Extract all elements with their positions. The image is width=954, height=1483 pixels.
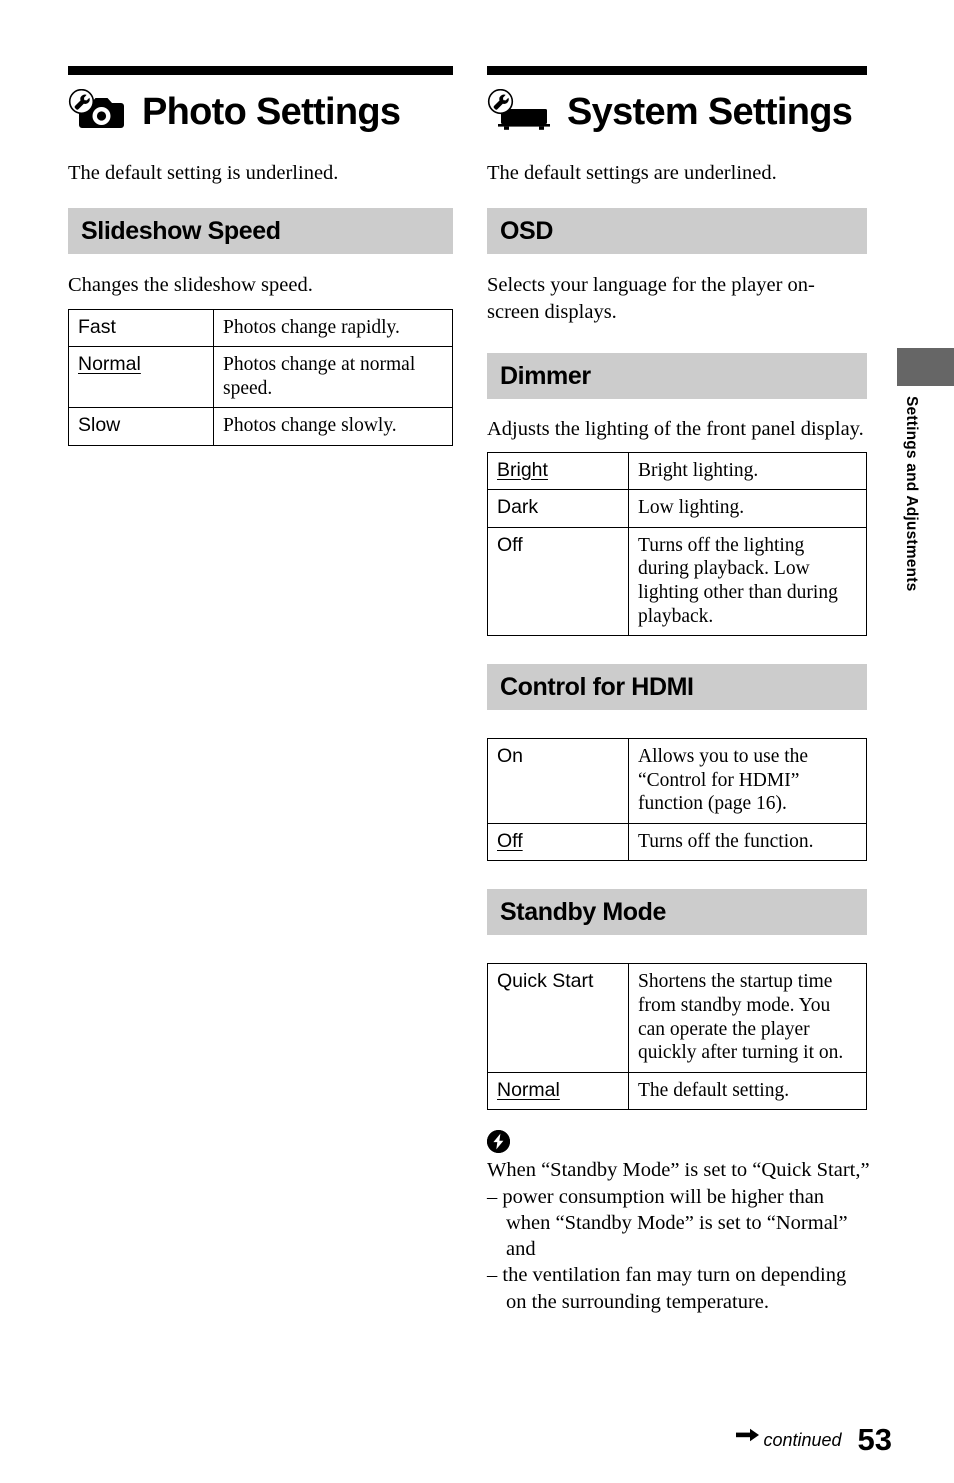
table-row: On Allows you to use the “Control for HD… bbox=[487, 738, 867, 824]
section-bar-control-for-hdmi: Control for HDMI bbox=[487, 664, 867, 711]
option-desc: The default setting. bbox=[628, 1071, 867, 1111]
section-heading-osd: OSD bbox=[500, 216, 553, 245]
option-desc: Photos change slowly. bbox=[213, 407, 453, 447]
table-row: Off Turns off the lighting during playba… bbox=[487, 526, 867, 637]
section-heading-standby-mode: Standby Mode bbox=[500, 897, 667, 926]
table-row: Fast Photos change rapidly. bbox=[68, 308, 453, 348]
section-heading-dimmer: Dimmer bbox=[500, 361, 591, 390]
section-description-slideshow-speed: Changes the slideshow speed. bbox=[68, 274, 313, 297]
option-name: Slow bbox=[68, 407, 214, 447]
option-name: Off bbox=[487, 526, 629, 637]
section-rule-right bbox=[487, 66, 867, 75]
table-row: Normal Photos change at normal speed. bbox=[68, 346, 453, 409]
system-settings-header: System Settings bbox=[487, 84, 867, 140]
left-column: Photo Settings The default setting is un… bbox=[68, 66, 453, 447]
section-heading-slideshow-speed: Slideshow Speed bbox=[81, 216, 281, 245]
page-title-right: System Settings bbox=[567, 91, 853, 133]
option-name: Bright bbox=[487, 451, 629, 491]
option-name: Quick Start bbox=[487, 963, 629, 1073]
option-desc: Bright lighting. bbox=[628, 451, 867, 491]
option-desc: Turns off the function. bbox=[628, 822, 867, 862]
section-bar-standby-mode: Standby Mode bbox=[487, 889, 867, 936]
option-name-text: Quick Start bbox=[497, 970, 594, 993]
continued-label: continued bbox=[763, 1430, 842, 1450]
manual-page: Photo Settings The default setting is un… bbox=[0, 0, 954, 1483]
option-name: Normal bbox=[487, 1071, 629, 1111]
table-row: Dark Low lighting. bbox=[487, 489, 867, 528]
options-table-standby-mode: Quick Start Shortens the startup time fr… bbox=[487, 963, 867, 1111]
option-name-text: Normal bbox=[497, 1078, 560, 1101]
option-name-text: On bbox=[497, 745, 524, 768]
option-name: Dark bbox=[487, 489, 629, 528]
section-description-dimmer: Adjusts the lighting of the front panel … bbox=[487, 418, 864, 441]
table-row: Slow Photos change slowly. bbox=[68, 407, 453, 447]
option-name: Fast bbox=[68, 308, 214, 348]
option-desc: Turns off the lighting during playback. … bbox=[628, 526, 867, 637]
options-table-dimmer: Bright Bright lighting. Dark Low lightin… bbox=[487, 451, 867, 637]
note-bullet: – power consumption will be higher than … bbox=[487, 1185, 848, 1261]
option-name-text: Dark bbox=[497, 496, 539, 519]
note-lead: When “Standby Mode” is set to “Quick Sta… bbox=[487, 1159, 870, 1182]
right-column: System Settings The default settings are… bbox=[487, 66, 870, 1315]
page-title-left: Photo Settings bbox=[142, 91, 401, 133]
option-desc: Low lighting. bbox=[628, 489, 867, 528]
page-number: 53 bbox=[857, 1422, 892, 1457]
player-settings-icon bbox=[487, 88, 553, 135]
option-name-text: Off bbox=[497, 829, 523, 852]
note-text: When “Standby Mode” is set to “Quick Sta… bbox=[487, 1157, 870, 1314]
option-desc: Shortens the startup time from standby m… bbox=[628, 963, 867, 1073]
section-bar-slideshow-speed: Slideshow Speed bbox=[68, 208, 453, 255]
side-tab-block bbox=[897, 348, 954, 386]
option-name-text: Bright bbox=[497, 458, 548, 481]
section-bar-osd: OSD bbox=[487, 208, 867, 255]
right-intro-text: The default settings are underlined. bbox=[487, 162, 777, 184]
option-name-text: Off bbox=[497, 533, 523, 556]
option-name: On bbox=[487, 738, 629, 824]
section-bar-dimmer: Dimmer bbox=[487, 353, 867, 400]
camera-settings-icon bbox=[68, 88, 128, 135]
table-row: Normal The default setting. bbox=[487, 1071, 867, 1111]
left-intro-text: The default setting is underlined. bbox=[68, 162, 339, 184]
option-desc: Photos change at normal speed. bbox=[213, 346, 453, 409]
option-name: Off bbox=[487, 822, 629, 862]
note-bullet: – the ventilation fan may turn on depend… bbox=[487, 1264, 847, 1313]
section-rule-left bbox=[68, 66, 453, 75]
option-desc: Allows you to use the “Control for HDMI”… bbox=[628, 738, 867, 824]
page-footer: continued 53 bbox=[0, 1418, 954, 1464]
options-table-slideshow-speed: Fast Photos change rapidly. Normal Photo… bbox=[68, 308, 453, 447]
option-name: Normal bbox=[68, 346, 214, 409]
option-name-text: Fast bbox=[78, 315, 116, 338]
section-heading-control-for-hdmi: Control for HDMI bbox=[500, 672, 694, 701]
section-description-osd: Selects your language for the player on-… bbox=[487, 274, 815, 323]
table-row: Quick Start Shortens the startup time fr… bbox=[487, 963, 867, 1073]
side-tab-label: Settings and Adjustments bbox=[903, 396, 920, 592]
photo-settings-header: Photo Settings bbox=[68, 84, 453, 140]
option-name-text: Normal bbox=[78, 353, 141, 376]
option-desc: Photos change rapidly. bbox=[213, 308, 453, 348]
arrow-right-icon bbox=[736, 1428, 760, 1447]
table-row: Off Turns off the function. bbox=[487, 822, 867, 862]
note-bolt-icon bbox=[487, 1130, 510, 1154]
options-table-control-for-hdmi: On Allows you to use the “Control for HD… bbox=[487, 738, 867, 862]
table-row: Bright Bright lighting. bbox=[487, 451, 867, 491]
note-block: When “Standby Mode” is set to “Quick Sta… bbox=[487, 1130, 870, 1314]
side-tab: Settings and Adjustments bbox=[897, 348, 954, 591]
option-name-text: Slow bbox=[78, 414, 121, 437]
